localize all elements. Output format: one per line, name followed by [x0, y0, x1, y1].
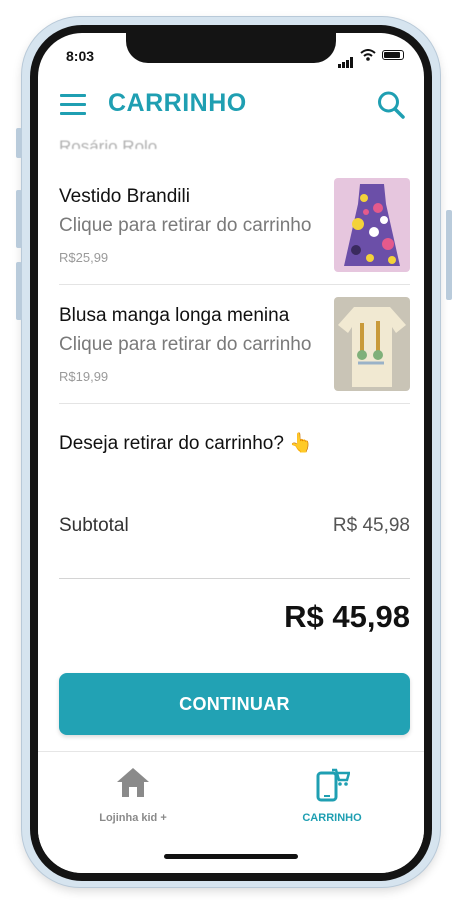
app-header: CARRINHO	[38, 79, 424, 135]
status-icons	[338, 49, 404, 68]
tab-lojinha-kid[interactable]: Lojinha kid +	[58, 752, 208, 842]
menu-icon[interactable]	[60, 94, 86, 116]
subtotal-value: R$ 45,98	[332, 515, 410, 536]
scrolled-item-text: Rosário Rolo	[59, 137, 158, 149]
remove-question: Deseja retirar do carrinho? 👆	[59, 433, 313, 454]
subtotal-label: Subtotal	[59, 515, 129, 536]
item-price: R$25,99	[59, 250, 109, 265]
item-name: Vestido Brandili	[59, 186, 190, 207]
item-price: R$19,99	[59, 369, 109, 384]
tab-label: Lojinha kid +	[99, 812, 167, 824]
tab-bar: Lojinha kid + CARRINHO	[38, 751, 424, 873]
home-indicator	[164, 854, 298, 859]
search-icon[interactable]	[376, 89, 406, 121]
continue-button[interactable]: CONTINUAR	[59, 673, 410, 735]
cart-item[interactable]: Vestido Brandili Clique para retirar do …	[59, 166, 410, 285]
signal-icon	[338, 50, 354, 68]
total-value: R$ 45,98	[284, 599, 410, 634]
volume-down-button	[16, 262, 22, 320]
mute-switch	[16, 128, 22, 158]
cream-blouse-image	[334, 297, 410, 391]
tab-label: CARRINHO	[302, 812, 362, 824]
status-time: 8:03	[66, 48, 95, 64]
app-screen: 8:03 CARRINHO Rosário Rolo Vestido Brand…	[38, 33, 424, 873]
home-icon	[117, 768, 149, 797]
mobile-cart-icon	[316, 768, 350, 802]
notch	[126, 33, 336, 63]
page-title: CARRINHO	[108, 89, 247, 117]
tab-carrinho[interactable]: CARRINHO	[257, 752, 407, 842]
volume-up-button	[16, 190, 22, 248]
battery-icon	[382, 50, 404, 60]
wifi-icon	[360, 49, 376, 61]
item-remove-hint: Clique para retirar do carrinho	[59, 215, 312, 236]
item-name: Blusa manga longa menina	[59, 305, 290, 326]
cart-item[interactable]: Blusa manga longa menina Clique para ret…	[59, 285, 410, 404]
power-button	[446, 210, 452, 300]
divider	[59, 578, 410, 579]
floral-dress-image	[334, 178, 410, 272]
item-remove-hint: Clique para retirar do carrinho	[59, 334, 312, 355]
